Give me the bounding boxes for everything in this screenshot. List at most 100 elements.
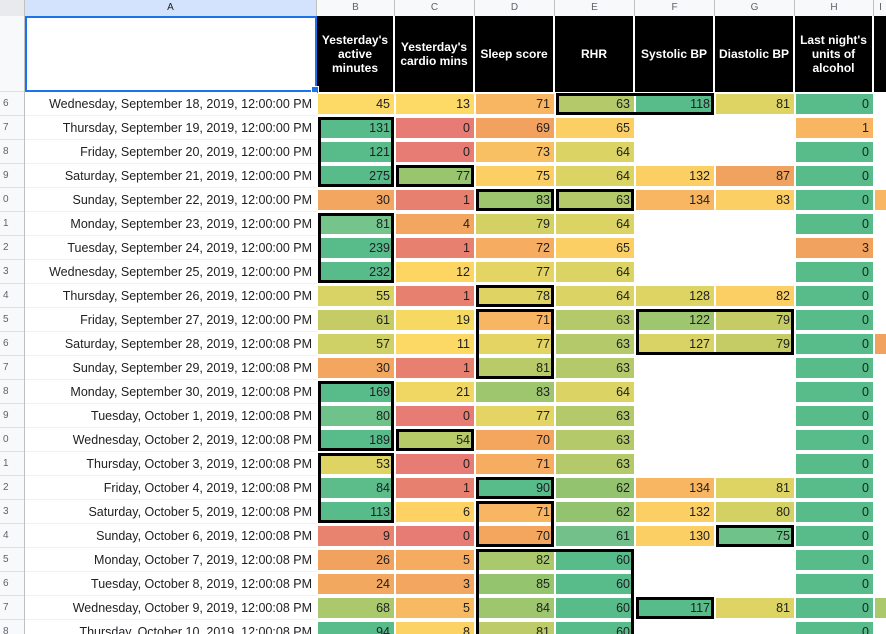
table-row[interactable]: Sunday, October 6, 2019, 12:00:08 PM 9 0 70… xyxy=(25,524,886,548)
table-row[interactable]: Wednesday, October 2, 2019, 12:00:08 PM 1… xyxy=(25,428,886,452)
cell-i[interactable] xyxy=(874,212,886,236)
cell-i[interactable] xyxy=(874,356,886,380)
cell-f[interactable] xyxy=(635,452,715,476)
cell-g[interactable]: 81 xyxy=(715,92,795,116)
cell-i[interactable] xyxy=(874,572,886,596)
cell-i[interactable] xyxy=(874,428,886,452)
row-header[interactable]: 7 xyxy=(0,116,24,140)
cell-b[interactable]: 94 xyxy=(317,620,395,634)
cell-g[interactable] xyxy=(715,572,795,596)
row-header[interactable]: 9 xyxy=(0,404,24,428)
column-header-i[interactable]: I xyxy=(874,0,886,16)
cell-e[interactable]: 62 xyxy=(555,500,635,524)
cell-date[interactable]: Saturday, October 5, 2019, 12:00:08 PM xyxy=(25,500,317,524)
cell-e[interactable]: 63 xyxy=(555,404,635,428)
row-header[interactable]: 4 xyxy=(0,284,24,308)
cell-g[interactable] xyxy=(715,620,795,634)
cell-h[interactable]: 1 xyxy=(795,116,874,140)
cell-b[interactable]: 80 xyxy=(317,404,395,428)
cell-c[interactable]: 4 xyxy=(395,212,475,236)
cell-date[interactable]: Wednesday, October 2, 2019, 12:00:08 PM xyxy=(25,428,317,452)
cell-date[interactable]: Friday, September 27, 2019, 12:00:00 PM xyxy=(25,308,317,332)
cell-f[interactable] xyxy=(635,548,715,572)
cell-d[interactable]: 77 xyxy=(475,260,555,284)
cell-f[interactable]: 122 xyxy=(635,308,715,332)
cell-d[interactable]: 72 xyxy=(475,236,555,260)
cell-g[interactable] xyxy=(715,356,795,380)
cell-e[interactable]: 63 xyxy=(555,308,635,332)
cell-d[interactable]: 81 xyxy=(475,356,555,380)
column-header-h[interactable]: H xyxy=(795,0,874,16)
cell-b[interactable]: 68 xyxy=(317,596,395,620)
cell-b[interactable]: 45 xyxy=(317,92,395,116)
cell-d[interactable]: 71 xyxy=(475,308,555,332)
cell-e[interactable]: 63 xyxy=(555,188,635,212)
table-row[interactable]: Thursday, October 3, 2019, 12:00:08 PM 53… xyxy=(25,452,886,476)
cell-date[interactable]: Wednesday, September 18, 2019, 12:00:00 … xyxy=(25,92,317,116)
cell-c[interactable]: 11 xyxy=(395,332,475,356)
cell-g[interactable] xyxy=(715,452,795,476)
cell-date[interactable]: Thursday, October 10, 2019, 12:00:08 PM xyxy=(25,620,317,634)
cell-b[interactable]: 131 xyxy=(317,116,395,140)
cell-d[interactable]: 71 xyxy=(475,500,555,524)
cell-e[interactable]: 60 xyxy=(555,572,635,596)
cell-e[interactable]: 61 xyxy=(555,524,635,548)
row-header[interactable]: 7 xyxy=(0,356,24,380)
cell-b[interactable]: 189 xyxy=(317,428,395,452)
cell-d[interactable]: 70 xyxy=(475,524,555,548)
row-header[interactable]: 3 xyxy=(0,500,24,524)
cell-h[interactable]: 0 xyxy=(795,332,874,356)
table-row[interactable]: Thursday, October 10, 2019, 12:00:08 PM 9… xyxy=(25,620,886,634)
column-title-i[interactable] xyxy=(874,16,886,92)
cell-date[interactable]: Monday, October 7, 2019, 12:00:08 PM xyxy=(25,548,317,572)
table-row[interactable]: Saturday, September 28, 2019, 12:00:08 P… xyxy=(25,332,886,356)
cell-f[interactable]: 132 xyxy=(635,500,715,524)
cell-c[interactable]: 5 xyxy=(395,548,475,572)
table-row[interactable]: Wednesday, October 9, 2019, 12:00:08 PM 6… xyxy=(25,596,886,620)
cell-e[interactable]: 63 xyxy=(555,356,635,380)
cell-c[interactable]: 12 xyxy=(395,260,475,284)
cell-f[interactable] xyxy=(635,572,715,596)
row-header[interactable]: 0 xyxy=(0,188,24,212)
cell-g[interactable]: 82 xyxy=(715,284,795,308)
cell-b[interactable]: 26 xyxy=(317,548,395,572)
cell-c[interactable]: 0 xyxy=(395,404,475,428)
cell-h[interactable]: 0 xyxy=(795,548,874,572)
cell-c[interactable]: 1 xyxy=(395,284,475,308)
cell-i[interactable] xyxy=(874,116,886,140)
cell-date[interactable]: Sunday, September 22, 2019, 12:00:00 PM xyxy=(25,188,317,212)
cell-i[interactable] xyxy=(874,284,886,308)
cell-h[interactable]: 0 xyxy=(795,500,874,524)
column-title-h[interactable]: Last night's units of alcohol xyxy=(795,16,874,92)
row-header[interactable]: 2 xyxy=(0,476,24,500)
table-row[interactable]: Monday, September 23, 2019, 12:00:00 PM 8… xyxy=(25,212,886,236)
column-title-f[interactable]: Systolic BP xyxy=(635,16,715,92)
cell-c[interactable]: 19 xyxy=(395,308,475,332)
column-header-d[interactable]: D xyxy=(475,0,555,16)
column-title-c[interactable]: Yesterday's cardio mins xyxy=(395,16,475,92)
cell-c[interactable]: 54 xyxy=(395,428,475,452)
cell-e[interactable]: 64 xyxy=(555,380,635,404)
cell-c[interactable]: 5 xyxy=(395,596,475,620)
row-header[interactable]: 8 xyxy=(0,140,24,164)
column-title-e[interactable]: RHR xyxy=(555,16,635,92)
table-row[interactable]: Wednesday, September 25, 2019, 12:00:00 … xyxy=(25,260,886,284)
cell-e[interactable]: 65 xyxy=(555,236,635,260)
cell-b[interactable]: 121 xyxy=(317,140,395,164)
cell-g[interactable]: 83 xyxy=(715,188,795,212)
cell-d[interactable]: 70 xyxy=(475,428,555,452)
cell-b[interactable]: 30 xyxy=(317,188,395,212)
table-row[interactable]: Monday, September 30, 2019, 12:00:08 PM 1… xyxy=(25,380,886,404)
cell-b[interactable]: 81 xyxy=(317,212,395,236)
cell-h[interactable]: 0 xyxy=(795,452,874,476)
cell-h[interactable]: 0 xyxy=(795,308,874,332)
cell-d[interactable]: 85 xyxy=(475,572,555,596)
cell-g[interactable]: 87 xyxy=(715,164,795,188)
cell-d[interactable]: 78 xyxy=(475,284,555,308)
cell-f[interactable] xyxy=(635,620,715,634)
cell-i[interactable] xyxy=(874,500,886,524)
cell-g[interactable] xyxy=(715,404,795,428)
cell-b[interactable]: 113 xyxy=(317,500,395,524)
row-header[interactable]: 9 xyxy=(0,164,24,188)
cell-c[interactable]: 1 xyxy=(395,188,475,212)
